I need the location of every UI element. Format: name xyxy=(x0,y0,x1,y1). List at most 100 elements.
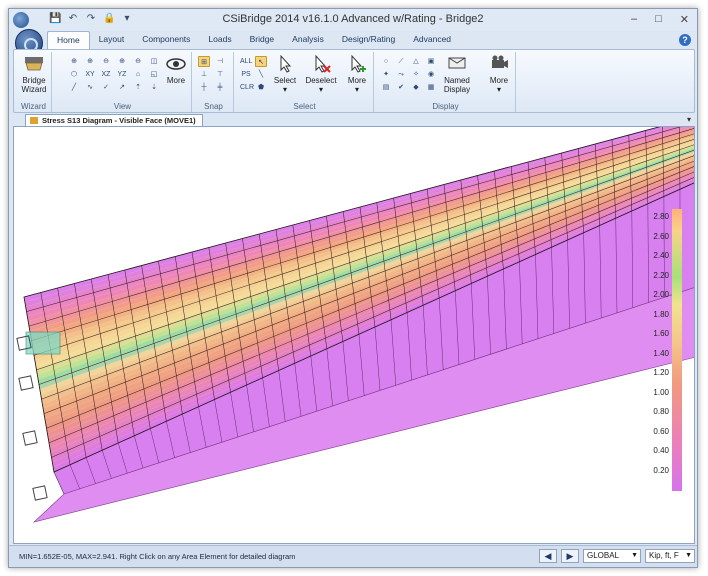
view-3d-icon[interactable]: ⬡ xyxy=(68,69,80,80)
group-label-select: Select xyxy=(293,102,316,111)
select-all-button[interactable]: ALL xyxy=(240,56,252,67)
display-more-dropdown-icon: ▾ xyxy=(496,85,501,94)
snap-ends-icon[interactable]: ⊣ xyxy=(214,56,226,67)
show-solids-icon[interactable]: ▣ xyxy=(425,56,437,67)
tab-home[interactable]: Home xyxy=(47,31,90,49)
coord-system-dropdown[interactable]: GLOBAL ▼ xyxy=(583,549,641,563)
select-more-button[interactable]: More ▾ xyxy=(342,54,372,94)
bridge-deck-stress-diagram[interactable] xyxy=(14,127,695,544)
minimize-button[interactable]: – xyxy=(631,13,637,26)
show-joints-icon[interactable]: ○ xyxy=(380,56,392,67)
select-mini-buttons: ALL ↖ PS ╲ CLR ⬟ xyxy=(240,56,268,93)
show-forces-icon[interactable]: ⤳ xyxy=(395,69,407,80)
tab-bridge[interactable]: Bridge xyxy=(241,31,284,49)
view-xz-button[interactable]: XZ xyxy=(100,69,112,80)
group-display: ○ ⟋ △ ▣ ✦ ⤳ ✧ ◉ ▤ ✔ ◆ ▦ Named Display Mo… xyxy=(376,52,516,112)
document-menu-arrow-icon[interactable]: ▾ xyxy=(687,115,691,124)
view-more-label: More xyxy=(166,76,186,85)
select-more-icon xyxy=(351,54,366,73)
abutment-block xyxy=(25,331,61,355)
tab-analysis[interactable]: Analysis xyxy=(283,31,333,49)
pointer-select-icon[interactable]: ↖ xyxy=(255,56,267,67)
deselect-label: Deselect xyxy=(305,76,337,85)
tab-design-rating[interactable]: Design/Rating xyxy=(333,31,404,49)
display-more-button[interactable]: More ▾ xyxy=(484,54,514,94)
model-viewport[interactable]: 2.80 2.60 2.40 2.20 2.00 1.80 1.60 1.40 1.20 1.00… xyxy=(13,126,695,544)
close-button[interactable]: ✕ xyxy=(680,13,689,26)
view-nv-icon[interactable]: ⌂ xyxy=(132,69,144,80)
perspective-icon[interactable]: ∿ xyxy=(84,82,96,93)
document-tab-strip: Stress S13 Diagram - Visible Face (MOVE1… xyxy=(13,114,695,126)
app-window: 💾 ↶ ↷ 🔒 ▾ CSiBridge 2014 v16.1.0 Advance… xyxy=(8,8,698,568)
snap-perp-icon[interactable]: ┼ xyxy=(198,82,210,93)
display-mini-buttons: ○ ⟋ △ ▣ ✦ ⤳ ✧ ◉ ▤ ✔ ◆ ▦ xyxy=(380,56,438,93)
view-xy-button[interactable]: XY xyxy=(84,69,96,80)
status-bar: MIN=1.652E-05, MAX=2.941. Right Click on… xyxy=(9,545,697,567)
view-yz-button[interactable]: YZ xyxy=(116,69,128,80)
show-grid-icon[interactable]: ▤ xyxy=(380,82,392,93)
clear-select-button[interactable]: CLR xyxy=(240,82,254,93)
select-dropdown-icon: ▾ xyxy=(282,85,287,94)
move-up-icon[interactable]: ⇡ xyxy=(132,82,144,93)
coord-system-dropdown-icon: ▼ xyxy=(631,552,638,559)
previous-select-button[interactable]: PS xyxy=(240,69,252,80)
document-tab[interactable]: Stress S13 Diagram - Visible Face (MOVE1… xyxy=(25,114,203,126)
snap-intersect-icon[interactable]: ⊤ xyxy=(214,69,226,80)
maximize-button[interactable]: □ xyxy=(655,13,662,26)
move-down-icon[interactable]: ⇣ xyxy=(148,82,160,93)
show-deformed-icon[interactable]: ✦ xyxy=(380,69,392,80)
units-dropdown[interactable]: Kip, ft, F ▼ xyxy=(645,549,695,563)
show-check-icon[interactable]: ✔ xyxy=(395,82,407,93)
view-mini-buttons: ⊕ ⊕ ⊖ ⊕ ⊖ ◫ ⬡ XY XZ YZ ⌂ ◱ ╱ ∿ ✓ ↗ ⇡ ⇣ xyxy=(68,56,162,93)
bridge-wizard-button[interactable]: Bridge Wizard xyxy=(19,54,49,94)
show-frames-icon[interactable]: ⟋ xyxy=(395,56,407,67)
group-select: ALL ↖ PS ╲ CLR ⬟ Select ▾ Deselect ▾ Mor… xyxy=(236,52,374,112)
group-view: ⊕ ⊕ ⊖ ⊕ ⊖ ◫ ⬡ XY XZ YZ ⌂ ◱ ╱ ∿ ✓ ↗ ⇡ ⇣ M… xyxy=(54,52,192,112)
zoom-out-icon[interactable]: ⊖ xyxy=(100,56,112,67)
status-message: MIN=1.652E-05, MAX=2.941. Right Click on… xyxy=(19,552,296,561)
tab-components[interactable]: Components xyxy=(133,31,199,49)
view-rubberband-icon[interactable]: ◱ xyxy=(148,69,160,80)
select-line-icon[interactable]: ╲ xyxy=(255,69,267,80)
zoom-previous-icon[interactable]: ⊕ xyxy=(116,56,128,67)
tab-advanced[interactable]: Advanced xyxy=(404,31,460,49)
snap-mini-buttons: ⊞ ⊣ ⊥ ⊤ ┼ ╪ xyxy=(198,56,228,93)
show-areas-icon[interactable]: △ xyxy=(410,56,422,67)
ribbon-tab-bar: Home Layout Components Loads Bridge Anal… xyxy=(9,29,697,57)
check-icon[interactable]: ✓ xyxy=(100,82,112,93)
named-display-button[interactable]: Named Display xyxy=(440,54,474,94)
bridge-wizard-label: Bridge Wizard xyxy=(21,76,47,94)
pan-icon[interactable]: ◫ xyxy=(148,56,160,67)
show-color-icon[interactable]: ◆ xyxy=(410,82,422,93)
show-tables-icon[interactable]: ◉ xyxy=(425,69,437,80)
units-value: Kip, ft, F xyxy=(649,551,679,560)
zoom-window-icon[interactable]: ⊕ xyxy=(84,56,96,67)
window-title: CSiBridge 2014 v16.1.0 Advanced w/Rating… xyxy=(222,13,484,25)
deselect-button[interactable]: Deselect ▾ xyxy=(304,54,338,94)
group-label-wizard: Wizard xyxy=(21,102,46,111)
group-label-view: View xyxy=(113,102,132,111)
previous-arrow-button[interactable]: ◀ xyxy=(539,549,557,563)
snap-mid-icon[interactable]: ⊥ xyxy=(198,69,210,80)
snap-points-icon[interactable]: ⊞ xyxy=(198,56,210,67)
pointer-icon[interactable]: ↗ xyxy=(116,82,128,93)
eye-icon xyxy=(166,58,186,70)
view-more-button[interactable]: More xyxy=(162,54,190,85)
zoom-fit-icon[interactable]: ⊖ xyxy=(132,56,144,67)
select-button[interactable]: Select ▾ xyxy=(270,54,300,94)
group-wizard: Bridge Wizard Wizard xyxy=(16,52,52,112)
tab-loads[interactable]: Loads xyxy=(199,31,240,49)
help-icon[interactable]: ? xyxy=(679,34,691,46)
draw-line-icon[interactable]: ╱ xyxy=(68,82,80,93)
select-more-label: More xyxy=(347,76,367,85)
named-display-icon xyxy=(448,57,466,69)
select-poly-icon[interactable]: ⬟ xyxy=(255,82,267,93)
zoom-in-icon[interactable]: ⊕ xyxy=(68,56,80,67)
tab-layout[interactable]: Layout xyxy=(90,31,134,49)
bearing-support-box xyxy=(22,430,38,446)
show-stress-icon[interactable]: ✧ xyxy=(410,69,422,80)
show-table-icon[interactable]: ▦ xyxy=(425,82,437,93)
next-arrow-button[interactable]: ▶ xyxy=(561,549,579,563)
snap-lines-icon[interactable]: ╪ xyxy=(214,82,226,93)
bridge-wizard-icon xyxy=(25,57,43,71)
